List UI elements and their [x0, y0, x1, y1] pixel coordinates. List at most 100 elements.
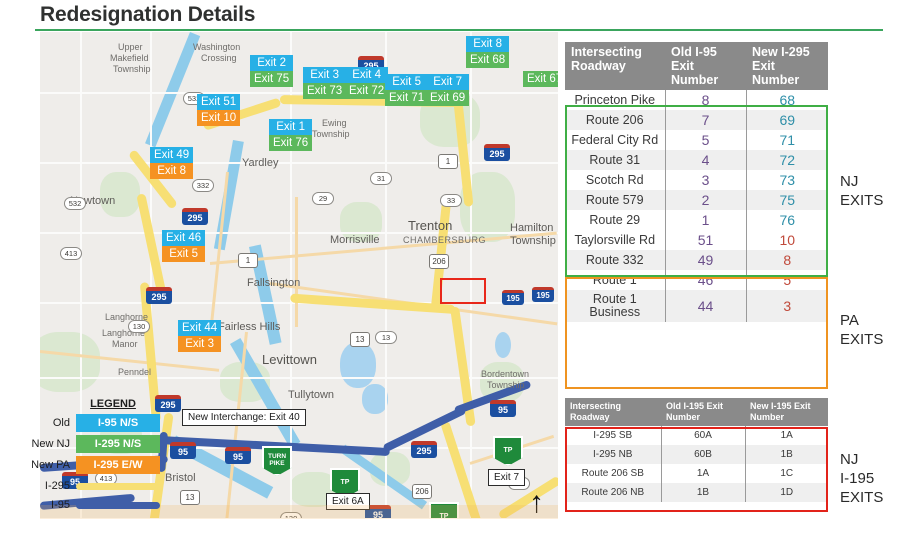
legend-chip-new-nj: I-295 N/S	[76, 434, 160, 453]
us1-shield-icon: 1	[438, 154, 458, 169]
cell-roadway: Route 206 SB	[565, 464, 662, 483]
legend-line-i295	[76, 482, 160, 490]
cell-old-exit: 8	[664, 90, 747, 110]
exit-callout[interactable]: Exit 7 Exit 69	[426, 74, 470, 106]
exit-callout[interactable]: Exit 2 Exit 75	[250, 55, 294, 87]
new-exit-cell: Exit 5	[162, 246, 206, 262]
place-label: CHAMBERSBURG	[403, 235, 487, 245]
cell-roadway: Route 29	[565, 210, 666, 230]
place-label: Crossing	[201, 53, 237, 63]
place-label: Morrisville	[330, 234, 380, 246]
table-row: Route 206 7 69	[565, 110, 828, 130]
exit-callout[interactable]: Exit 51 Exit 10	[197, 94, 241, 126]
exit-callout[interactable]: Exit 5 Exit 71	[385, 74, 429, 106]
turnpike-label: TURN PIKE	[267, 453, 287, 467]
place-label: Yardley	[242, 157, 279, 169]
legend-row-i95: I-95	[18, 497, 168, 513]
exit-callout[interactable]: Exit 49 Exit 8	[150, 147, 194, 179]
legend-row-i295: I-295	[18, 478, 168, 494]
legend-chip-old: I-95 N/S	[76, 413, 160, 432]
legend-key: New NJ	[31, 437, 70, 450]
cell-old-exit: 44	[664, 290, 747, 322]
cell-roadway: Taylorsville Rd	[565, 230, 666, 250]
cell-old-exit: 7	[664, 110, 747, 130]
new-exit-cell: Exit 67	[523, 71, 558, 87]
place-label: Tullytown	[288, 389, 335, 401]
col-header-roadway: Intersecting Roadway	[565, 398, 661, 426]
cell-roadway: Route 1 Business	[565, 290, 666, 322]
side-label-pa-exits: PA EXITS	[840, 312, 884, 348]
col-header-new-exit: New I-295 Exit Number	[746, 42, 828, 90]
exit-callout[interactable]: Exit 3 Exit 73	[303, 67, 347, 99]
highlight-box-i295	[440, 278, 486, 304]
old-exit-cell: Exit 51	[197, 94, 241, 110]
exit-callout[interactable]: Exit 1 Exit 76	[269, 119, 313, 151]
route31-shield-icon: 31	[370, 172, 392, 185]
cell-new-exit: 8	[745, 250, 828, 270]
us1-shield-icon: 1	[238, 253, 258, 268]
table-header-row: Intersecting Roadway Old I-95 Exit Numbe…	[565, 42, 828, 90]
cell-roadway: Route 206	[565, 110, 666, 130]
exit-callout[interactable]: Exit 4 Exit 72	[345, 67, 389, 99]
cell-old-exit: 51	[664, 230, 747, 250]
old-exit-cell: Exit 2	[250, 55, 294, 71]
old-exit-cell: Exit 5	[385, 74, 429, 90]
water-body	[340, 342, 376, 388]
i295-shield-icon: 295	[146, 287, 172, 304]
cell-old-exit: 60B	[660, 445, 746, 464]
legend-row-old: Old I-95 N/S	[18, 413, 168, 432]
cell-old-exit: 2	[664, 190, 747, 210]
legend-key: I-95	[51, 499, 70, 511]
legend-chip-new-pa: I-295 E/W	[76, 455, 160, 474]
old-exit-cell: Exit 4	[345, 67, 389, 83]
legend-row-new-pa: New PA I-295 E/W	[18, 455, 168, 474]
place-label: Manor	[112, 339, 138, 349]
cell-old-exit: 1	[664, 210, 747, 230]
us13-shield-icon: 13	[180, 490, 200, 505]
table-row: Route 206 SB 1A 1C	[565, 464, 828, 483]
new-exit-cell: Exit 71	[385, 90, 429, 106]
cell-old-exit: 4	[664, 150, 747, 170]
place-label: Bordentown	[481, 369, 530, 379]
exit-callout[interactable]: Exit 46 Exit 5	[162, 230, 206, 262]
local-road	[40, 232, 558, 234]
map-greenspace	[40, 332, 100, 392]
table-row: Taylorsville Rd 51 10	[565, 230, 828, 250]
i195-exit-rows: I-295 SB 60A 1A I-295 NB 60B 1B Route 20…	[565, 426, 828, 502]
i195-shield-icon: 195	[502, 290, 524, 305]
side-label-nj-exits: NJ EXITS	[840, 173, 884, 209]
place-label: Township	[487, 380, 525, 390]
old-exit-cell: Exit 8	[466, 36, 510, 52]
table-row: I-295 NB 60B 1B	[565, 445, 828, 464]
exit-callout[interactable]: Exit 44 Exit 3	[178, 320, 222, 352]
cell-old-exit: 49	[664, 250, 747, 270]
route29-shield-icon: 29	[312, 192, 334, 205]
new-interchange-label: New Interchange: Exit 40	[182, 409, 306, 426]
cell-roadway: I-295 SB	[565, 426, 662, 445]
cell-roadway: Scotch Rd	[565, 170, 666, 190]
i95-shield-icon: 95	[225, 447, 251, 464]
place-label: Bristol	[165, 472, 196, 484]
cell-old-exit: 3	[664, 170, 747, 190]
cell-new-exit: 5	[745, 270, 828, 290]
i95-shield-icon: 95	[170, 442, 196, 459]
us206-shield-icon: 206	[429, 254, 449, 269]
exit-callout[interactable]: Exit 67	[523, 71, 558, 87]
cell-new-exit: 68	[745, 90, 828, 110]
cell-new-exit: 72	[745, 150, 828, 170]
place-label: Levittown	[262, 352, 317, 367]
cell-new-exit: 3	[745, 290, 828, 322]
old-exit-cell: Exit 7	[426, 74, 470, 90]
exit-callout[interactable]: Exit 8 Exit 68	[466, 36, 510, 68]
new-exit-cell: Exit 3	[178, 336, 222, 352]
new-exit-cell: Exit 75	[250, 71, 294, 87]
cell-old-exit: 5	[664, 130, 747, 150]
table-row: Route 1 46 5	[565, 270, 828, 290]
cell-new-exit: 69	[745, 110, 828, 130]
old-exit-cell: Exit 3	[303, 67, 347, 83]
legend-key: Old	[52, 416, 70, 429]
cell-new-exit: 1C	[744, 464, 828, 483]
cell-new-exit: 76	[745, 210, 828, 230]
cell-new-exit: 1A	[744, 426, 828, 445]
route532-shield-icon: 532	[64, 197, 86, 210]
